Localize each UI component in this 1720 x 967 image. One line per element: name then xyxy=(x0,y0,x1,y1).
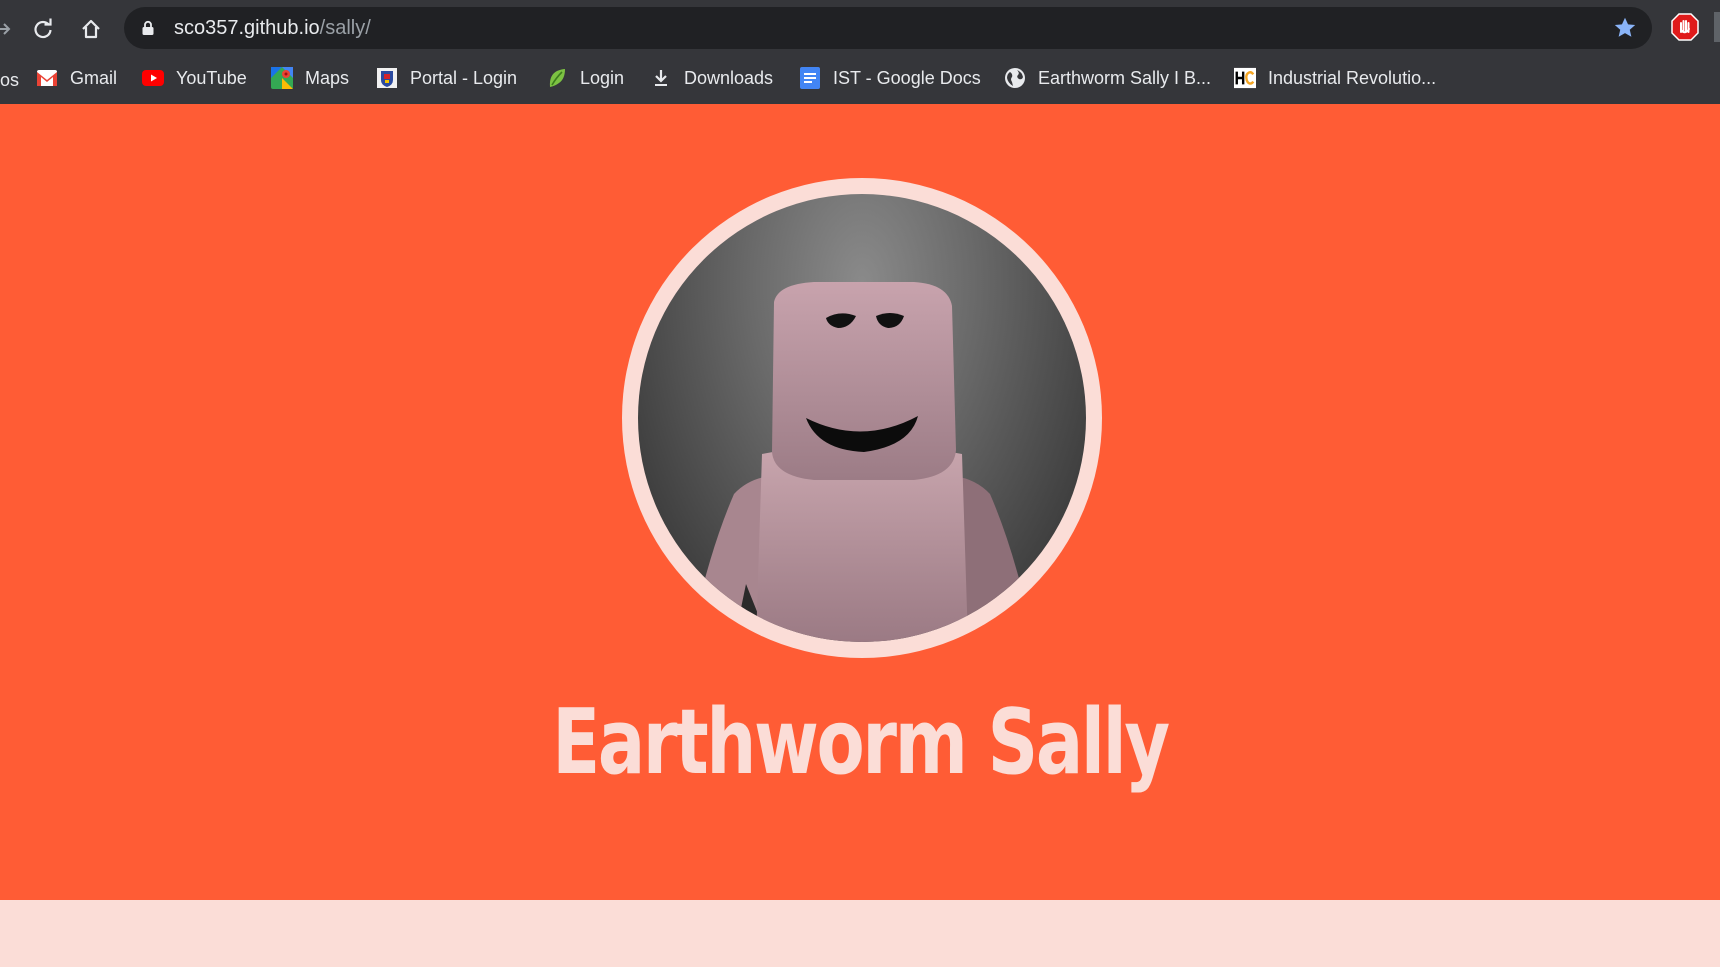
google-docs-icon xyxy=(799,67,821,89)
bookmark-label: IST - Google Docs xyxy=(833,67,981,88)
home-icon[interactable] xyxy=(74,12,108,46)
adblock-extension-icon[interactable] xyxy=(1670,12,1700,42)
bookmark-label: Earthworm Sally I B... xyxy=(1038,67,1212,88)
bookmark-ist-google-docs[interactable]: IST - Google Docs xyxy=(799,64,981,92)
maps-icon xyxy=(271,67,293,89)
url-path: /sally/ xyxy=(319,17,371,39)
bookmark-label: Downloads xyxy=(684,67,774,88)
url-text: sco357.github.io/sally/ xyxy=(174,17,371,40)
bookmark-label: Login xyxy=(580,67,625,88)
bookmark-label: Maps xyxy=(305,67,350,88)
bookmark-industrial-revolution[interactable]: Industrial Revolutio... xyxy=(1234,64,1436,92)
browser-toolbar: sco357.github.io/sally/ xyxy=(0,0,1720,56)
bookmark-apps-label[interactable]: os xyxy=(0,70,19,91)
lock-icon xyxy=(140,20,156,36)
avatar-character-image xyxy=(690,282,1034,642)
browser-chrome: sco357.github.io/sally/ os Gmail YouTube xyxy=(0,0,1720,104)
bookmark-label: Gmail xyxy=(70,67,118,88)
bookmark-earthworm-sally[interactable]: Earthworm Sally I B... xyxy=(1004,64,1211,92)
url-host: sco357.github.io xyxy=(174,17,320,39)
bookmark-label: Industrial Revolutio... xyxy=(1268,67,1437,88)
bookmark-downloads[interactable]: Downloads xyxy=(650,64,773,92)
leaf-icon xyxy=(546,67,568,89)
bookmark-star-icon[interactable] xyxy=(1612,15,1638,41)
bookmark-label: Portal - Login xyxy=(410,67,518,88)
forward-icon[interactable] xyxy=(0,12,20,46)
globe-icon xyxy=(1004,67,1026,89)
gmail-icon xyxy=(36,67,58,89)
portal-crest-icon xyxy=(376,67,398,89)
footer-band xyxy=(0,900,1720,967)
avatar xyxy=(638,194,1086,642)
download-icon xyxy=(650,67,672,89)
bookmark-gmail[interactable]: Gmail xyxy=(36,64,117,92)
hc-icon xyxy=(1234,67,1256,89)
youtube-icon xyxy=(142,67,164,89)
reload-icon[interactable] xyxy=(26,12,60,46)
bookmark-label: YouTube xyxy=(176,67,247,88)
bookmark-youtube[interactable]: YouTube xyxy=(142,64,247,92)
page-title: Earthworm Sally xyxy=(552,690,1170,795)
bookmarks-bar: os Gmail YouTube Maps Portal - Login Log… xyxy=(0,56,1720,100)
bookmark-maps[interactable]: Maps xyxy=(271,64,349,92)
bookmark-login[interactable]: Login xyxy=(546,64,624,92)
extension-edge xyxy=(1714,12,1720,42)
bookmark-portal-login[interactable]: Portal - Login xyxy=(376,64,517,92)
address-bar[interactable]: sco357.github.io/sally/ xyxy=(124,7,1652,49)
